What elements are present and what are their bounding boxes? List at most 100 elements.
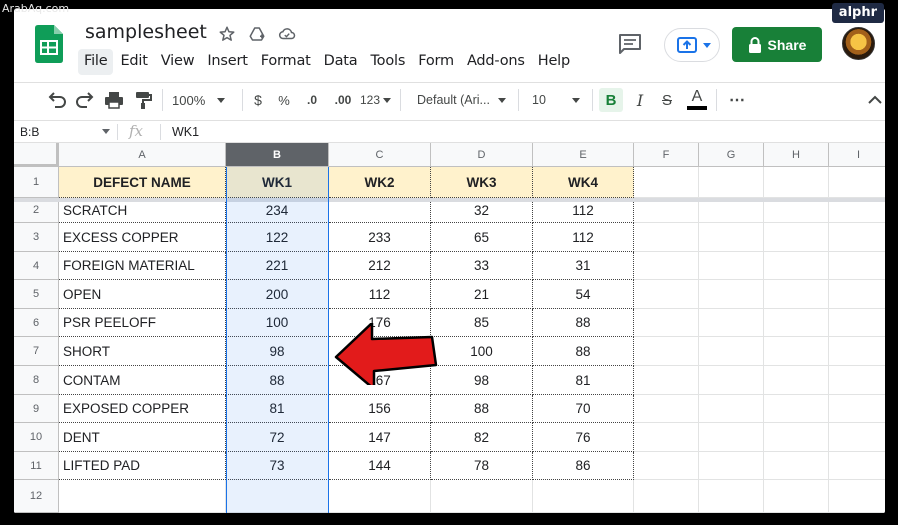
row-header-6[interactable]: 6 <box>14 309 59 337</box>
cell-e12[interactable] <box>533 480 634 513</box>
cell-i8[interactable] <box>829 366 885 395</box>
select-all-corner[interactable] <box>14 143 59 167</box>
cell-a9[interactable]: EXPOSED COPPER <box>59 395 226 423</box>
zoom-select[interactable]: 100% <box>172 88 232 112</box>
cell-g1[interactable] <box>699 167 764 198</box>
cell-b1[interactable]: WK1 <box>226 167 329 198</box>
print-icon[interactable] <box>103 88 125 112</box>
cell-b7[interactable]: 98 <box>226 337 329 366</box>
cell-d11[interactable]: 78 <box>431 452 533 480</box>
cell-h7[interactable] <box>764 337 829 366</box>
row-header-3[interactable]: 3 <box>14 223 59 252</box>
currency-format-button[interactable]: $ <box>250 88 266 112</box>
cell-h12[interactable] <box>764 480 829 513</box>
decrease-decimal-button[interactable]: .0 <box>301 88 323 112</box>
font-family-select[interactable]: Default (Ari... <box>417 88 509 112</box>
cell-f4[interactable] <box>634 252 699 280</box>
name-box[interactable]: B:B <box>20 125 39 139</box>
column-header-h[interactable]: H <box>764 143 829 167</box>
cell-d1[interactable]: WK3 <box>431 167 533 198</box>
row-header-4[interactable]: 4 <box>14 252 59 280</box>
strikethrough-button[interactable]: S <box>658 88 676 112</box>
cell-f1[interactable] <box>634 167 699 198</box>
cell-f12[interactable] <box>634 480 699 513</box>
cell-d9[interactable]: 88 <box>431 395 533 423</box>
row-header-12[interactable]: 12 <box>14 480 59 513</box>
cell-f6[interactable] <box>634 309 699 337</box>
cell-f11[interactable] <box>634 452 699 480</box>
row-header-5[interactable]: 5 <box>14 280 59 309</box>
bold-button[interactable]: B <box>599 88 623 112</box>
cell-f8[interactable] <box>634 366 699 395</box>
cell-e7[interactable]: 88 <box>533 337 634 366</box>
cell-g3[interactable] <box>699 223 764 252</box>
present-button[interactable] <box>664 28 720 62</box>
row-header-7[interactable]: 7 <box>14 337 59 366</box>
collapse-menu-icon[interactable] <box>866 88 884 112</box>
menu-format[interactable]: Format <box>255 49 317 75</box>
share-button[interactable]: Share <box>732 27 822 62</box>
cell-i5[interactable] <box>829 280 885 309</box>
cell-f3[interactable] <box>634 223 699 252</box>
cell-g7[interactable] <box>699 337 764 366</box>
cell-c11[interactable]: 144 <box>329 452 431 480</box>
row-header-9[interactable]: 9 <box>14 395 59 423</box>
menu-edit[interactable]: Edit <box>114 49 153 75</box>
cell-b3[interactable]: 122 <box>226 223 329 252</box>
menu-view[interactable]: View <box>155 49 201 75</box>
more-options-button[interactable]: ⋯ <box>726 88 748 112</box>
cell-g8[interactable] <box>699 366 764 395</box>
font-size-select[interactable]: 10 <box>532 88 584 112</box>
cell-b9[interactable]: 81 <box>226 395 329 423</box>
cell-b11[interactable]: 73 <box>226 452 329 480</box>
cell-c3[interactable]: 233 <box>329 223 431 252</box>
cell-a3[interactable]: EXCESS COPPER <box>59 223 226 252</box>
cell-d4[interactable]: 33 <box>431 252 533 280</box>
cell-d10[interactable]: 82 <box>431 423 533 452</box>
cell-g12[interactable] <box>699 480 764 513</box>
cell-a10[interactable]: DENT <box>59 423 226 452</box>
cell-b8[interactable]: 88 <box>226 366 329 395</box>
menu-form[interactable]: Form <box>412 49 460 75</box>
cell-b12[interactable] <box>226 480 329 513</box>
cell-i10[interactable] <box>829 423 885 452</box>
frozen-row-divider[interactable] <box>14 198 885 202</box>
cell-i12[interactable] <box>829 480 885 513</box>
cell-i1[interactable] <box>829 167 885 198</box>
cell-a6[interactable]: PSR PEELOFF <box>59 309 226 337</box>
cell-e6[interactable]: 88 <box>533 309 634 337</box>
cell-b4[interactable]: 221 <box>226 252 329 280</box>
cell-i11[interactable] <box>829 452 885 480</box>
cell-h3[interactable] <box>764 223 829 252</box>
cell-a8[interactable]: CONTAM <box>59 366 226 395</box>
cell-e1[interactable]: WK4 <box>533 167 634 198</box>
cell-g4[interactable] <box>699 252 764 280</box>
document-title[interactable]: samplesheet <box>85 21 207 43</box>
cell-f5[interactable] <box>634 280 699 309</box>
cell-c5[interactable]: 112 <box>329 280 431 309</box>
column-header-d[interactable]: D <box>431 143 533 167</box>
account-avatar[interactable] <box>842 27 875 60</box>
row-header-8[interactable]: 8 <box>14 366 59 395</box>
column-header-a[interactable]: A <box>59 143 226 167</box>
cell-h8[interactable] <box>764 366 829 395</box>
cell-d8[interactable]: 98 <box>431 366 533 395</box>
cell-d6[interactable]: 85 <box>431 309 533 337</box>
cell-a4[interactable]: FOREIGN MATERIAL <box>59 252 226 280</box>
percent-format-button[interactable]: % <box>276 88 292 112</box>
cell-e3[interactable]: 112 <box>533 223 634 252</box>
cell-a1[interactable]: DEFECT NAME <box>59 167 226 198</box>
cell-a5[interactable]: OPEN <box>59 280 226 309</box>
cell-h1[interactable] <box>764 167 829 198</box>
row-header-1[interactable]: 1 <box>14 167 59 198</box>
cell-a7[interactable]: SHORT <box>59 337 226 366</box>
star-icon[interactable] <box>218 25 236 43</box>
cell-c10[interactable]: 147 <box>329 423 431 452</box>
menu-help[interactable]: Help <box>532 49 576 75</box>
cell-e11[interactable]: 86 <box>533 452 634 480</box>
cell-g11[interactable] <box>699 452 764 480</box>
menu-insert[interactable]: Insert <box>201 49 253 75</box>
column-header-c[interactable]: C <box>329 143 431 167</box>
cell-c12[interactable] <box>329 480 431 513</box>
cell-f9[interactable] <box>634 395 699 423</box>
